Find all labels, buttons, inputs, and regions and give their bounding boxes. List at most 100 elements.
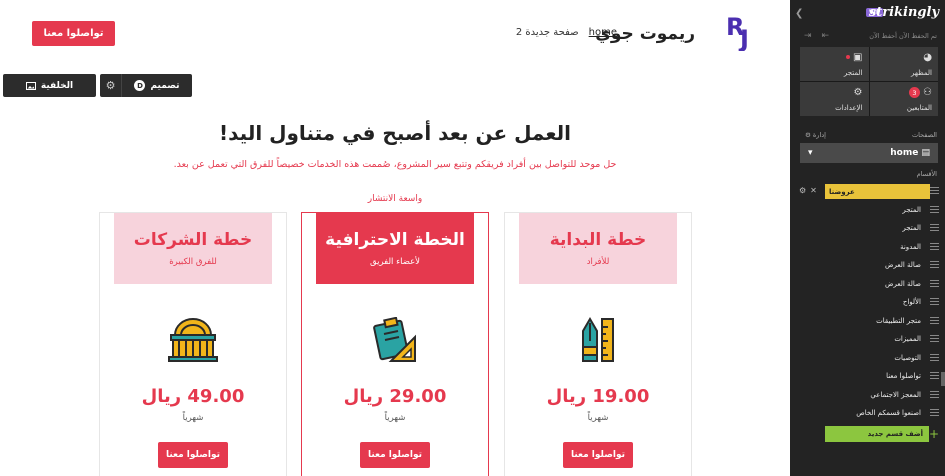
plan-period[interactable]: شهرياً <box>100 413 286 423</box>
site-logo[interactable]: R J <box>726 13 760 51</box>
store-icon: ▣ <box>853 52 863 63</box>
section-item[interactable]: المميزات <box>790 330 945 349</box>
design-settings-icon[interactable]: ⚙ <box>100 74 122 97</box>
section-label: المعجز الاجتماعي <box>870 390 921 399</box>
audience-count-badge: 3 <box>909 87 920 98</box>
section-item[interactable]: صالة العرض <box>790 256 945 275</box>
section-label: اصنعوا قسمكم الخاص <box>856 409 921 418</box>
menu-tile-audience[interactable]: ⚇ 3 المتابعين <box>869 82 938 116</box>
pages-label: الصفحات <box>911 131 937 139</box>
plan-name[interactable]: الخطة الاحترافية <box>325 230 465 250</box>
plan-period[interactable]: شهرياً <box>302 413 488 423</box>
design-button-label: تصميم <box>150 80 180 91</box>
drag-handle-icon[interactable] <box>930 409 939 416</box>
tile-label: الإعدادات <box>835 104 863 112</box>
section-item[interactable]: المتجر <box>790 201 945 220</box>
drag-handle-icon[interactable] <box>930 335 939 342</box>
plan-price[interactable]: 19.00 ريال <box>505 386 691 407</box>
design-badge: D <box>134 80 146 91</box>
section-item[interactable]: التوصيات <box>790 349 945 368</box>
plan-header: خطة البداية للأفراد <box>519 213 677 284</box>
section-item[interactable]: تواصلوا معنا <box>790 367 945 386</box>
section-item[interactable]: المدونة <box>790 238 945 257</box>
brand-logo[interactable]: strikingly <box>869 5 939 20</box>
section-item[interactable]: صالة العرض <box>790 275 945 294</box>
page-select[interactable]: ▾ home ▤ <box>800 143 938 163</box>
background-button[interactable]: الخلفية <box>3 74 96 97</box>
sections-label: الأقسام <box>916 170 937 178</box>
drag-handle-icon[interactable] <box>930 205 939 213</box>
audience-icon: ⚇ <box>923 87 932 98</box>
hero-subline[interactable]: حل موحد للتواصل بين أفراد فريقكم وتتبع س… <box>0 159 790 170</box>
section-item-active[interactable]: ⚙ ✕ عروضنا <box>790 182 945 201</box>
palette-icon: ◕ <box>923 52 932 63</box>
drag-handle-icon[interactable] <box>930 298 939 305</box>
sections-list: ⚙ ✕ عروضنا المتجر المتجر المدونة صالة ال… <box>790 182 945 423</box>
section-label: متجر التطبيقات <box>876 316 921 325</box>
popular-tag: واسعة الانتشار <box>367 194 423 204</box>
undo-redo: ⇥ ⇤ <box>804 31 829 41</box>
sidebar-scrollbar[interactable] <box>941 372 945 386</box>
drag-handle-icon[interactable] <box>930 316 939 324</box>
plan-period[interactable]: شهرياً <box>505 413 691 423</box>
collapse-sidebar-icon[interactable]: ❮ <box>795 8 803 19</box>
hero-headline[interactable]: العمل عن بعد أصبح في متناول اليد! <box>0 121 790 145</box>
plan-name[interactable]: خطة البداية <box>550 230 647 250</box>
page-icon: ▤ <box>921 148 930 158</box>
redo-icon[interactable]: ⇥ <box>804 31 812 41</box>
building-icon <box>168 318 218 362</box>
section-label: المتجر <box>902 205 921 214</box>
plan-subtitle[interactable]: للأفراد <box>587 257 610 267</box>
nav-link-page2[interactable]: صفحة جديدة 2 <box>516 27 579 38</box>
drag-handle-icon[interactable] <box>930 242 939 250</box>
undo-icon[interactable]: ⇤ <box>822 31 830 41</box>
editor-canvas: تواصلوا معنا home صفحة جديدة 2 ريموت جوي… <box>0 0 790 476</box>
section-item[interactable]: المعجز الاجتماعي <box>790 386 945 405</box>
svg-text:J: J <box>738 25 749 51</box>
plan-subtitle[interactable]: للفرق الكبيرة <box>169 257 217 267</box>
section-label: المتجر <box>902 224 921 233</box>
section-label: المميزات <box>894 335 921 344</box>
plan-contact-button[interactable]: تواصلوا معنا <box>563 442 633 468</box>
menu-tile-design[interactable]: ◕ المظهر <box>869 47 938 81</box>
section-item[interactable]: المتجر <box>790 219 945 238</box>
drag-handle-icon[interactable] <box>930 353 939 361</box>
header-contact-button[interactable]: تواصلوا معنا <box>32 21 115 46</box>
drag-handle-icon[interactable] <box>930 390 939 398</box>
current-page-label: home <box>890 148 919 158</box>
plan-contact-button[interactable]: تواصلوا معنا <box>158 442 228 468</box>
plan-card-enterprise: خطة الشركات للفرق الكبيرة 49.00 ريال شهر… <box>99 212 287 476</box>
plan-price[interactable]: 29.00 ريال <box>302 386 488 407</box>
section-label: الألواح <box>902 298 921 307</box>
section-item[interactable]: اصنعوا قسمكم الخاص <box>790 404 945 423</box>
plan-card-pro: الخطة الاحترافية لأعضاء الفريق 29.00 ريا… <box>301 212 489 476</box>
section-label: التوصيات <box>894 353 921 362</box>
close-icon[interactable]: ✕ <box>810 186 817 195</box>
site-title[interactable]: ريموت جوي <box>595 24 695 44</box>
drag-handle-icon[interactable] <box>930 279 939 287</box>
section-item[interactable]: الألواح <box>790 293 945 312</box>
design-button[interactable]: ⚙ D تصميم <box>100 74 192 97</box>
section-label: المدونة <box>900 242 921 251</box>
plan-price[interactable]: 49.00 ريال <box>100 386 286 407</box>
menu-tile-settings[interactable]: ⚙ الإعدادات <box>800 82 869 116</box>
plan-card-starter: خطة البداية للأفراد 19.00 ريال شهرياً تو… <box>504 212 692 476</box>
editor-sidebar: ❮ VIP strikingly ⇥ ⇤ تم الحفظ الآن أحفظ … <box>790 0 945 476</box>
section-item[interactable]: متجر التطبيقات <box>790 312 945 331</box>
menu-tile-store[interactable]: ▣ المتجر <box>800 47 869 81</box>
plan-header: خطة الشركات للفرق الكبيرة <box>114 213 272 284</box>
save-status[interactable]: تم الحفظ الآن أحفظ الآن <box>869 32 937 40</box>
plan-subtitle[interactable]: لأعضاء الفريق <box>370 257 420 267</box>
drag-handle-icon[interactable] <box>930 224 939 231</box>
manage-pages-link[interactable]: ⚙ إدارة <box>805 131 826 139</box>
plus-icon[interactable]: + <box>929 427 939 441</box>
add-section-button[interactable]: أضف قسم جديد <box>825 426 929 442</box>
plan-contact-button[interactable]: تواصلوا معنا <box>360 442 430 468</box>
drag-handle-icon[interactable] <box>930 187 939 194</box>
image-icon <box>25 81 36 90</box>
drag-handle-icon[interactable] <box>930 261 939 268</box>
gear-icon[interactable]: ⚙ <box>799 186 806 195</box>
section-tools: ⚙ ✕ <box>799 186 817 195</box>
drag-handle-icon[interactable] <box>930 372 939 379</box>
plan-name[interactable]: خطة الشركات <box>134 230 252 250</box>
